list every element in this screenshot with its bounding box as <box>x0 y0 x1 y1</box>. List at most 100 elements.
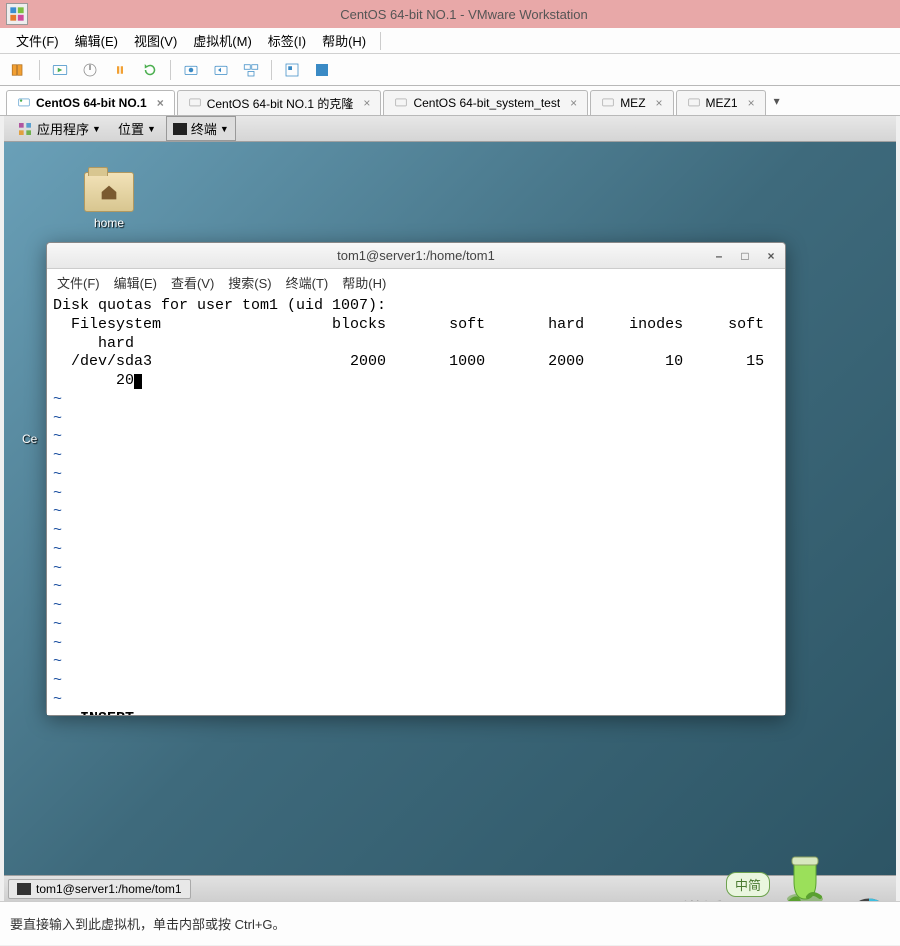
terminal-body[interactable]: Disk quotas for user tom1 (uid 1007): Fi… <box>47 295 785 715</box>
running-terminal-label: 终端 <box>191 119 217 138</box>
term-tilde: ~ <box>53 541 62 558</box>
tab-vm-3[interactable]: MEZ × <box>590 90 673 115</box>
term-tilde: ~ <box>53 672 62 689</box>
host-toolbar <box>0 54 900 86</box>
term-menu-help[interactable]: 帮助(H) <box>342 273 386 292</box>
tab-close-icon[interactable]: × <box>363 96 370 110</box>
places-label: 位置 <box>118 119 144 138</box>
apps-menu[interactable]: 应用程序▼ <box>10 116 108 141</box>
unity-icon[interactable] <box>279 58 305 82</box>
separator <box>271 60 272 80</box>
text-cursor <box>134 374 142 389</box>
taskbar-item-label: tom1@server1:/home/tom1 <box>36 882 182 896</box>
term-tilde: ~ <box>53 410 62 427</box>
menu-help[interactable]: 帮助(H) <box>316 28 372 53</box>
term-menu-file[interactable]: 文件(F) <box>57 273 100 292</box>
tab-close-icon[interactable]: × <box>656 96 663 110</box>
host-menubar: 文件(F) 编辑(E) 视图(V) 虚拟机(M) 标签(I) 帮助(H) <box>0 28 900 54</box>
snapshot-revert-icon[interactable] <box>208 58 234 82</box>
term-line-3: hard <box>53 335 134 352</box>
window-title: CentOS 64-bit NO.1 - VMware Workstation <box>28 7 900 22</box>
running-terminal-button[interactable]: 终端▼ <box>166 116 236 141</box>
vm-off-icon <box>687 96 701 110</box>
partial-desktop-label: Ce <box>22 432 37 446</box>
term-tilde: ~ <box>53 447 62 464</box>
library-icon[interactable] <box>6 58 32 82</box>
separator <box>380 32 381 50</box>
power-off-icon[interactable] <box>77 58 103 82</box>
tab-vm-0[interactable]: CentOS 64-bit NO.1 × <box>6 90 175 115</box>
tab-label: CentOS 64-bit NO.1 <box>36 96 147 110</box>
tab-label: MEZ <box>620 96 645 110</box>
term-line-5: 20 <box>53 372 134 389</box>
vm-off-icon <box>601 96 615 110</box>
tab-close-icon[interactable]: × <box>748 96 755 110</box>
apps-label: 应用程序 <box>37 119 89 138</box>
tab-bar: CentOS 64-bit NO.1 × CentOS 64-bit NO.1 … <box>0 86 900 116</box>
close-icon[interactable]: × <box>763 248 779 264</box>
menu-tabs[interactable]: 标签(I) <box>262 28 312 53</box>
tab-overflow-icon[interactable]: ▾ <box>768 86 786 115</box>
apps-icon <box>17 121 33 137</box>
app-icon <box>6 3 28 25</box>
term-mode-line: -- INSERT -- <box>53 710 161 716</box>
terminal-icon <box>173 123 187 135</box>
term-menu-edit[interactable]: 编辑(E) <box>114 273 157 292</box>
home-label: home <box>74 216 144 230</box>
minimize-icon[interactable]: – <box>711 248 727 264</box>
terminal-title: tom1@server1:/home/tom1 <box>337 248 495 263</box>
tab-label: CentOS 64-bit_system_test <box>413 96 560 110</box>
host-statusbar: 要直接输入到此虚拟机，单击内部或按 Ctrl+G。 <box>0 901 900 945</box>
term-tilde: ~ <box>53 653 62 670</box>
tab-vm-1[interactable]: CentOS 64-bit NO.1 的克隆 × <box>177 90 382 115</box>
host-titlebar: CentOS 64-bit NO.1 - VMware Workstation <box>0 0 900 28</box>
term-tilde: ~ <box>53 691 62 708</box>
term-menu-search[interactable]: 搜索(S) <box>228 273 271 292</box>
term-tilde: ~ <box>53 597 62 614</box>
status-hint: 要直接输入到此虚拟机，单击内部或按 Ctrl+G。 <box>10 914 286 933</box>
fullscreen-icon[interactable] <box>309 58 335 82</box>
separator <box>39 60 40 80</box>
maximize-icon[interactable]: □ <box>737 248 753 264</box>
term-line-4: /dev/sda3 2000 1000 2000 10 15 <box>53 353 764 370</box>
term-line-1: Disk quotas for user tom1 (uid 1007): <box>53 297 386 314</box>
taskbar-terminal-item[interactable]: tom1@server1:/home/tom1 <box>8 879 191 899</box>
menu-view[interactable]: 视图(V) <box>128 28 183 53</box>
places-menu[interactable]: 位置▼ <box>111 116 163 141</box>
home-folder-icon <box>84 172 134 212</box>
power-on-icon[interactable] <box>47 58 73 82</box>
tab-close-icon[interactable]: × <box>157 96 164 110</box>
guest-topbar: 应用程序▼ 位置▼ 终端▼ <box>4 116 896 142</box>
term-menu-view[interactable]: 查看(V) <box>171 273 214 292</box>
guest-desktop[interactable]: home Ce tom1@server1:/home/tom1 – □ × 文件… <box>4 142 896 875</box>
terminal-window[interactable]: tom1@server1:/home/tom1 – □ × 文件(F) 编辑(E… <box>46 242 786 716</box>
tab-close-icon[interactable]: × <box>570 96 577 110</box>
term-tilde: ~ <box>53 428 62 445</box>
term-tilde: ~ <box>53 560 62 577</box>
term-tilde: ~ <box>53 466 62 483</box>
term-tilde: ~ <box>53 503 62 520</box>
snapshot-mgr-icon[interactable] <box>238 58 264 82</box>
tab-label: MEZ1 <box>706 96 738 110</box>
tab-vm-2[interactable]: CentOS 64-bit_system_test × <box>383 90 588 115</box>
menu-edit[interactable]: 编辑(E) <box>69 28 124 53</box>
tab-vm-4[interactable]: MEZ1 × <box>676 90 766 115</box>
suspend-icon[interactable] <box>107 58 133 82</box>
menu-vm[interactable]: 虚拟机(M) <box>187 28 258 53</box>
menu-file[interactable]: 文件(F) <box>10 28 65 53</box>
term-menu-terminal[interactable]: 终端(T) <box>286 273 329 292</box>
snapshot-icon[interactable] <box>178 58 204 82</box>
terminal-icon <box>17 883 31 895</box>
term-line-2: Filesystem blocks soft hard inodes soft <box>53 316 764 333</box>
separator <box>170 60 171 80</box>
guest-viewport[interactable]: 应用程序▼ 位置▼ 终端▼ home Ce tom1@server1:/home… <box>4 116 896 901</box>
vm-on-icon <box>17 96 31 110</box>
restart-icon[interactable] <box>137 58 163 82</box>
tab-label: CentOS 64-bit NO.1 的克隆 <box>207 95 354 112</box>
term-tilde: ~ <box>53 485 62 502</box>
vm-off-icon <box>394 96 408 110</box>
terminal-titlebar[interactable]: tom1@server1:/home/tom1 – □ × <box>47 243 785 269</box>
ime-badge[interactable]: 中简 <box>726 872 770 897</box>
desktop-home-folder[interactable]: home <box>74 172 144 230</box>
terminal-menubar: 文件(F) 编辑(E) 查看(V) 搜索(S) 终端(T) 帮助(H) <box>47 269 785 295</box>
